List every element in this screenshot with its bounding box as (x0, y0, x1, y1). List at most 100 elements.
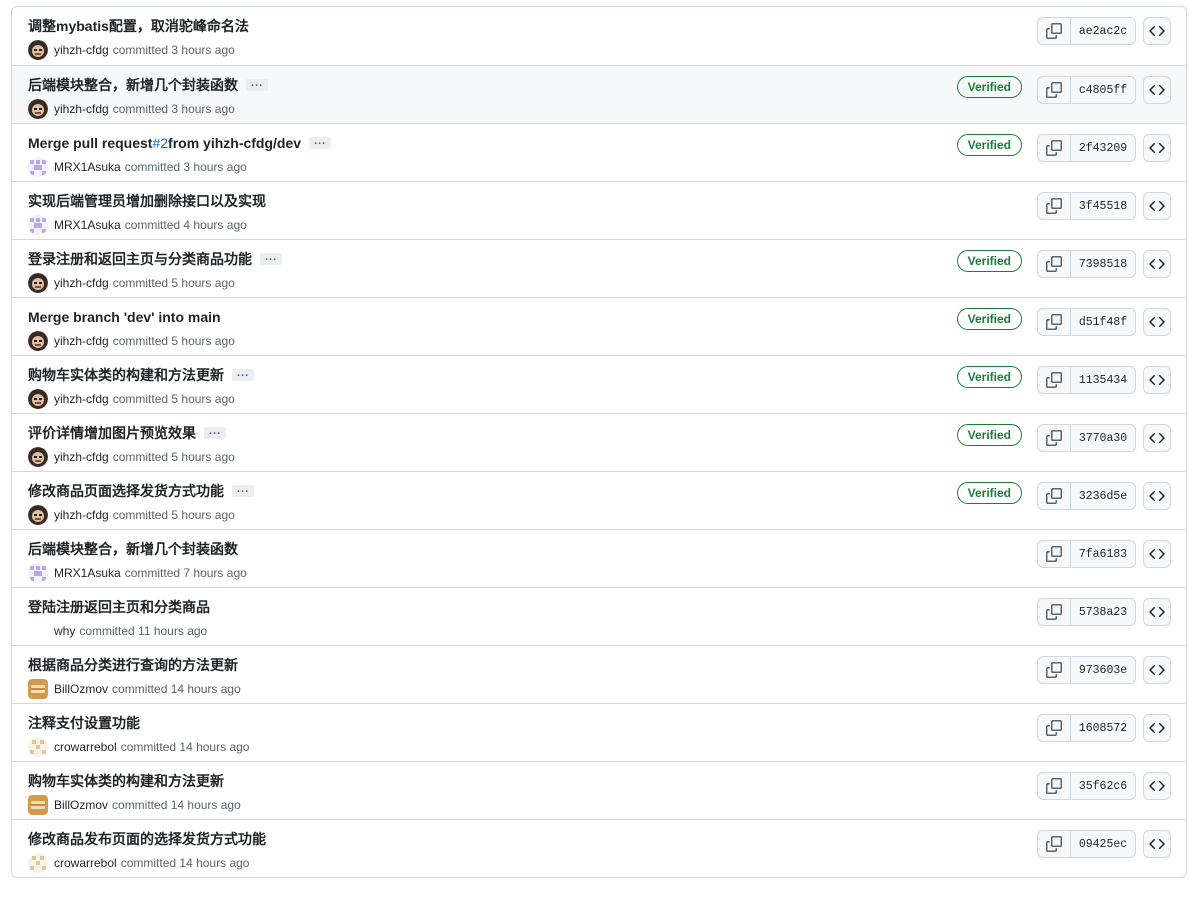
commit-title[interactable]: 修改商品页面选择发货方式功能 ... (28, 482, 255, 500)
browse-repo-button[interactable] (1143, 714, 1171, 742)
commit-message[interactable]: 修改商品页面选择发货方式功能 (28, 482, 224, 500)
commit-sha-link[interactable]: 5738a23 (1071, 599, 1135, 625)
commit-sha-link[interactable]: c4805ff (1071, 77, 1135, 103)
commit-message[interactable]: 购物车实体类的构建和方法更新 (28, 366, 224, 384)
copy-sha-button[interactable] (1038, 77, 1071, 103)
ellipsis-expand-button[interactable]: ... (204, 426, 227, 439)
avatar[interactable] (28, 447, 48, 467)
browse-repo-button[interactable] (1143, 250, 1171, 278)
verified-badge[interactable]: Verified (956, 76, 1022, 98)
commit-title[interactable]: 登陆注册返回主页和分类商品 (28, 598, 210, 616)
browse-repo-button[interactable] (1143, 308, 1171, 336)
commit-sha-link[interactable]: d51f48f (1071, 309, 1135, 335)
author-link[interactable]: BillOzmov (54, 681, 108, 697)
browse-repo-button[interactable] (1143, 76, 1171, 104)
browse-repo-button[interactable] (1143, 424, 1171, 452)
commit-title[interactable]: 评价详情增加图片预览效果 ... (28, 424, 227, 442)
browse-repo-button[interactable] (1143, 482, 1171, 510)
ellipsis-expand-button[interactable]: ... (260, 252, 283, 265)
commit-sha-link[interactable]: 09425ec (1071, 831, 1135, 857)
avatar[interactable] (28, 273, 48, 293)
browse-repo-button[interactable] (1143, 366, 1171, 394)
commit-sha-link[interactable]: 3236d5e (1071, 483, 1135, 509)
copy-sha-button[interactable] (1038, 367, 1071, 393)
ellipsis-expand-button[interactable]: ... (232, 484, 255, 497)
ellipsis-expand-button[interactable]: ... (309, 136, 332, 149)
commit-title[interactable]: Merge pull request #2 from yihzh-cfdg/de… (28, 134, 332, 152)
avatar[interactable] (28, 621, 48, 641)
avatar[interactable] (28, 737, 48, 757)
avatar[interactable] (28, 157, 48, 177)
commit-message[interactable]: 评价详情增加图片预览效果 (28, 424, 196, 442)
commit-sha-link[interactable]: 35f62c6 (1071, 773, 1135, 799)
copy-sha-button[interactable] (1038, 309, 1071, 335)
author-link[interactable]: BillOzmov (54, 797, 108, 813)
avatar[interactable] (28, 853, 48, 873)
copy-sha-button[interactable] (1038, 18, 1071, 44)
commit-message-rest[interactable]: from yihzh-cfdg/dev (168, 134, 301, 152)
commit-message[interactable]: 后端模块整合，新增几个封装函数 (28, 540, 238, 558)
commit-sha-link[interactable]: ae2ac2c (1071, 18, 1135, 44)
commit-message[interactable]: 购物车实体类的构建和方法更新 (28, 772, 224, 790)
author-link[interactable]: yihzh-cfdg (54, 391, 109, 407)
copy-sha-button[interactable] (1038, 599, 1071, 625)
browse-repo-button[interactable] (1143, 598, 1171, 626)
commit-sha-link[interactable]: 3770a30 (1071, 425, 1135, 451)
copy-sha-button[interactable] (1038, 425, 1071, 451)
commit-message[interactable]: 注释支付设置功能 (28, 714, 140, 732)
avatar[interactable] (28, 795, 48, 815)
copy-sha-button[interactable] (1038, 483, 1071, 509)
avatar[interactable] (28, 505, 48, 525)
avatar[interactable] (28, 679, 48, 699)
avatar[interactable] (28, 40, 48, 60)
copy-sha-button[interactable] (1038, 773, 1071, 799)
author-link[interactable]: MRX1Asuka (54, 217, 121, 233)
author-link[interactable]: MRX1Asuka (54, 159, 121, 175)
commit-title[interactable]: 购物车实体类的构建和方法更新 (28, 772, 224, 790)
browse-repo-button[interactable] (1143, 540, 1171, 568)
commit-sha-link[interactable]: 973603e (1071, 657, 1135, 683)
author-link[interactable]: crowarrebol (54, 855, 117, 871)
commit-message[interactable]: 登录注册和返回主页与分类商品功能 (28, 250, 252, 268)
copy-sha-button[interactable] (1038, 541, 1071, 567)
browse-repo-button[interactable] (1143, 656, 1171, 684)
commit-title[interactable]: Merge branch 'dev' into main (28, 308, 221, 326)
avatar[interactable] (28, 215, 48, 235)
browse-repo-button[interactable] (1143, 772, 1171, 800)
author-link[interactable]: yihzh-cfdg (54, 42, 109, 58)
author-link[interactable]: yihzh-cfdg (54, 333, 109, 349)
commit-title[interactable]: 实现后端管理员增加删除接口以及实现 (28, 192, 266, 210)
commit-message[interactable]: 实现后端管理员增加删除接口以及实现 (28, 192, 266, 210)
commit-title[interactable]: 调整mybatis配置，取消驼峰命名法 (28, 17, 249, 35)
copy-sha-button[interactable] (1038, 193, 1071, 219)
commit-sha-link[interactable]: 1135434 (1071, 367, 1135, 393)
copy-sha-button[interactable] (1038, 135, 1071, 161)
commit-message[interactable]: 修改商品发布页面的选择发货方式功能 (28, 830, 266, 848)
commit-message[interactable]: 登陆注册返回主页和分类商品 (28, 598, 210, 616)
commit-sha-link[interactable]: 3f45518 (1071, 193, 1135, 219)
avatar[interactable] (28, 99, 48, 119)
commit-message[interactable]: Merge branch 'dev' into main (28, 308, 221, 326)
author-link[interactable]: yihzh-cfdg (54, 507, 109, 523)
commit-sha-link[interactable]: 7398518 (1071, 251, 1135, 277)
author-link[interactable]: yihzh-cfdg (54, 449, 109, 465)
pr-link[interactable]: #2 (152, 134, 168, 152)
commit-title[interactable]: 后端模块整合，新增几个封装函数 (28, 540, 238, 558)
commit-title[interactable]: 购物车实体类的构建和方法更新 ... (28, 366, 255, 384)
commit-title[interactable]: 根据商品分类进行查询的方法更新 (28, 656, 238, 674)
ellipsis-expand-button[interactable]: ... (232, 368, 255, 381)
avatar[interactable] (28, 563, 48, 583)
commit-message[interactable]: 调整mybatis配置，取消驼峰命名法 (28, 17, 249, 35)
verified-badge[interactable]: Verified (956, 366, 1022, 388)
verified-badge[interactable]: Verified (956, 308, 1022, 330)
ellipsis-expand-button[interactable]: ... (246, 78, 269, 91)
verified-badge[interactable]: Verified (956, 134, 1022, 156)
copy-sha-button[interactable] (1038, 657, 1071, 683)
copy-sha-button[interactable] (1038, 831, 1071, 857)
browse-repo-button[interactable] (1143, 830, 1171, 858)
commit-title[interactable]: 注释支付设置功能 (28, 714, 140, 732)
commit-message[interactable]: 后端模块整合，新增几个封装函数 (28, 76, 238, 94)
commit-title[interactable]: 后端模块整合，新增几个封装函数 ... (28, 76, 269, 94)
author-link[interactable]: why (54, 623, 75, 639)
verified-badge[interactable]: Verified (956, 250, 1022, 272)
